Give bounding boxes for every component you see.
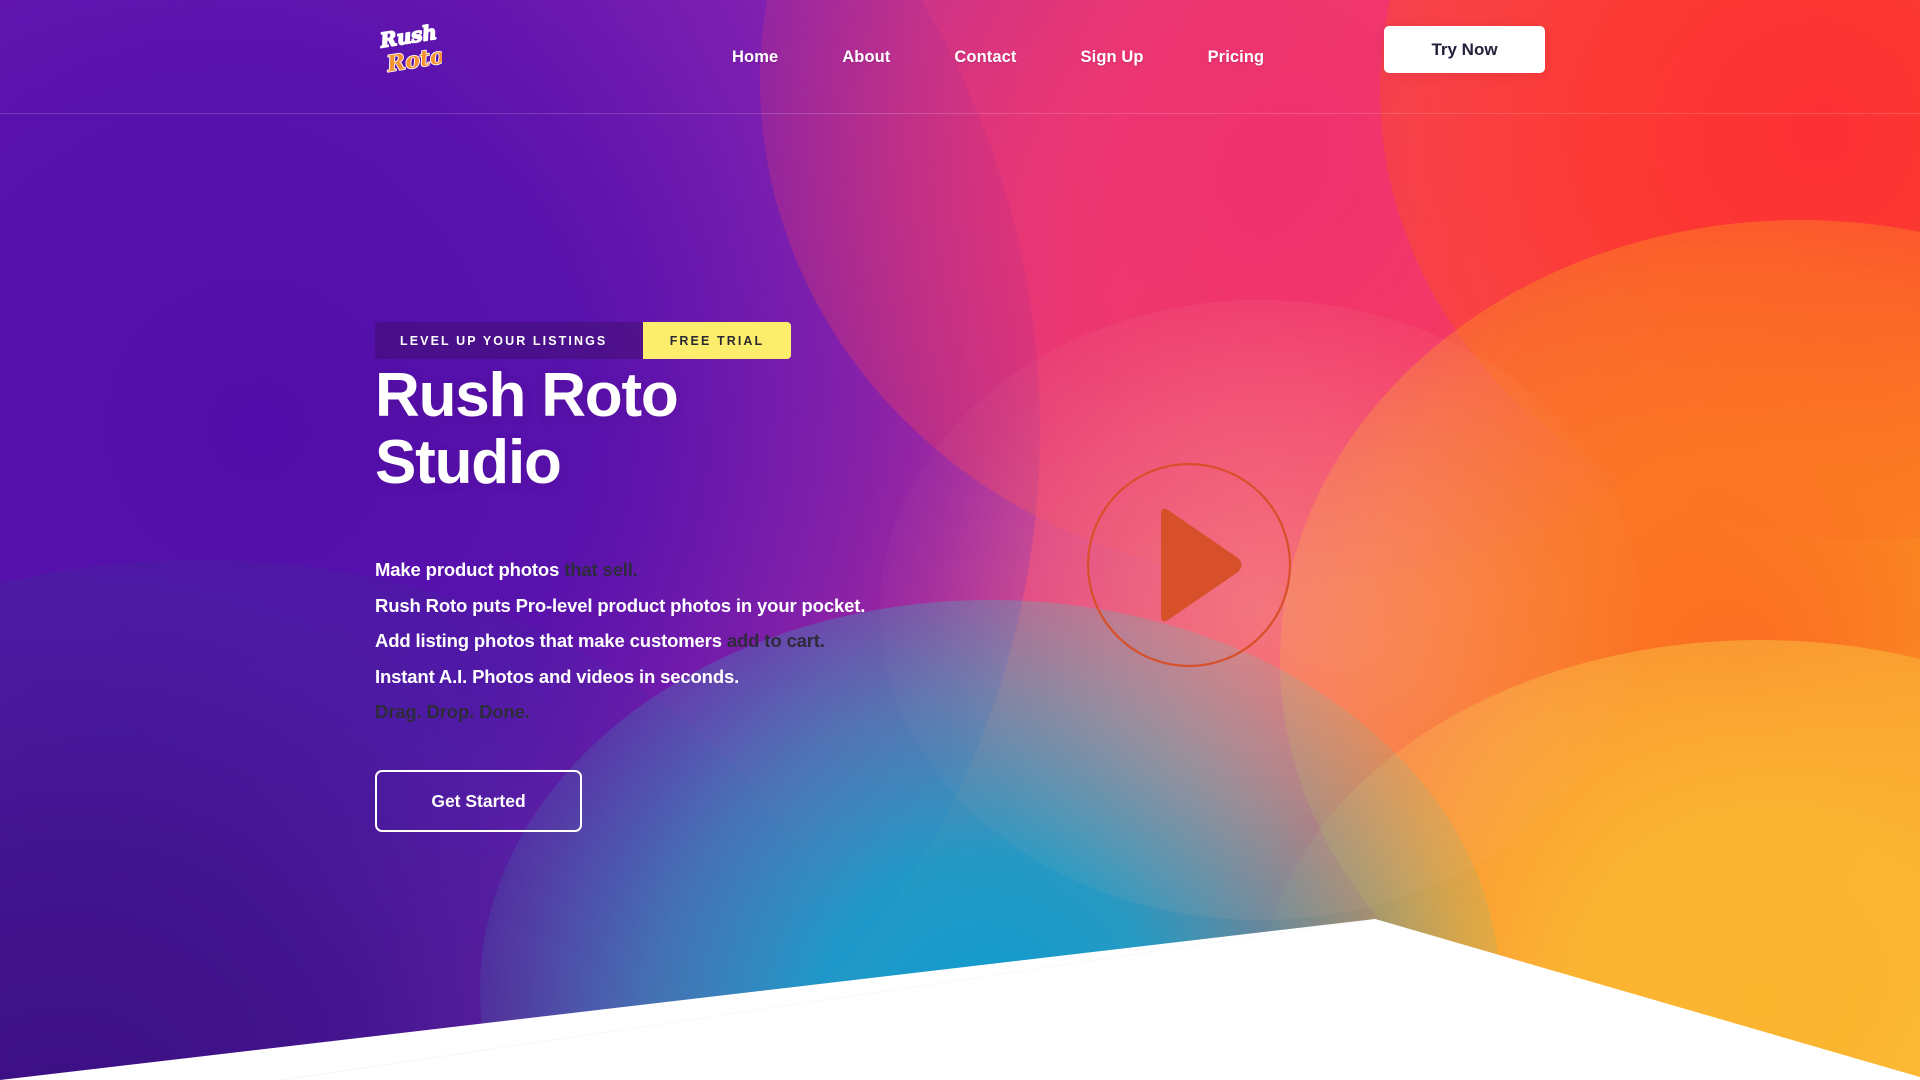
get-started-button[interactable]: Get Started: [375, 770, 582, 832]
background-gradient: [0, 0, 1920, 1080]
try-now-button[interactable]: Try Now: [1384, 26, 1545, 73]
nav-item-pricing[interactable]: Pricing: [1176, 48, 1297, 67]
badge-free-trial[interactable]: FREE TRIAL: [643, 322, 791, 359]
subcopy-5-dark: Drag. Drop. Done.: [375, 701, 530, 722]
nav-item-about[interactable]: About: [810, 48, 922, 67]
nav-item-signup[interactable]: Sign Up: [1049, 48, 1176, 67]
play-button[interactable]: [1086, 462, 1292, 668]
nav-item-contact[interactable]: Contact: [922, 48, 1048, 67]
header-divider: [0, 113, 1920, 114]
subcopy-4-light: Instant A.I. Photos and videos in second…: [375, 665, 740, 687]
page-root: Rush Roto Home About Contact Sign Up Pri…: [0, 0, 1920, 1080]
badge-level-up: LEVEL UP YOUR LISTINGS: [375, 322, 643, 359]
subcopy-2-light: Rush Roto puts Pro-level product photos …: [375, 594, 866, 616]
subcopy-3-light: Add listing photos that make customers: [375, 630, 727, 651]
subcopy-1-dark: that sell.: [564, 559, 638, 580]
hero-headline-line1: Rush Roto: [375, 361, 679, 430]
hero-headline: Rush Roto Studio: [375, 361, 1175, 497]
subcopy-1-light: Make product photos: [375, 559, 565, 580]
subcopy-3-dark: add to cart.: [726, 630, 825, 651]
hero-headline-line2: Studio: [375, 427, 562, 497]
primary-nav: Home About Contact Sign Up Pricing: [700, 0, 1296, 114]
hero-badge-group: LEVEL UP YOUR LISTINGS FREE TRIAL: [375, 322, 791, 359]
site-header: Rush Roto Home About Contact Sign Up Pri…: [0, 0, 1920, 114]
nav-item-home[interactable]: Home: [700, 48, 810, 67]
play-icon: [1161, 508, 1242, 622]
subcopy-line-5: Drag. Drop. Done.: [375, 694, 1275, 730]
logo[interactable]: Rush Roto: [378, 18, 442, 80]
